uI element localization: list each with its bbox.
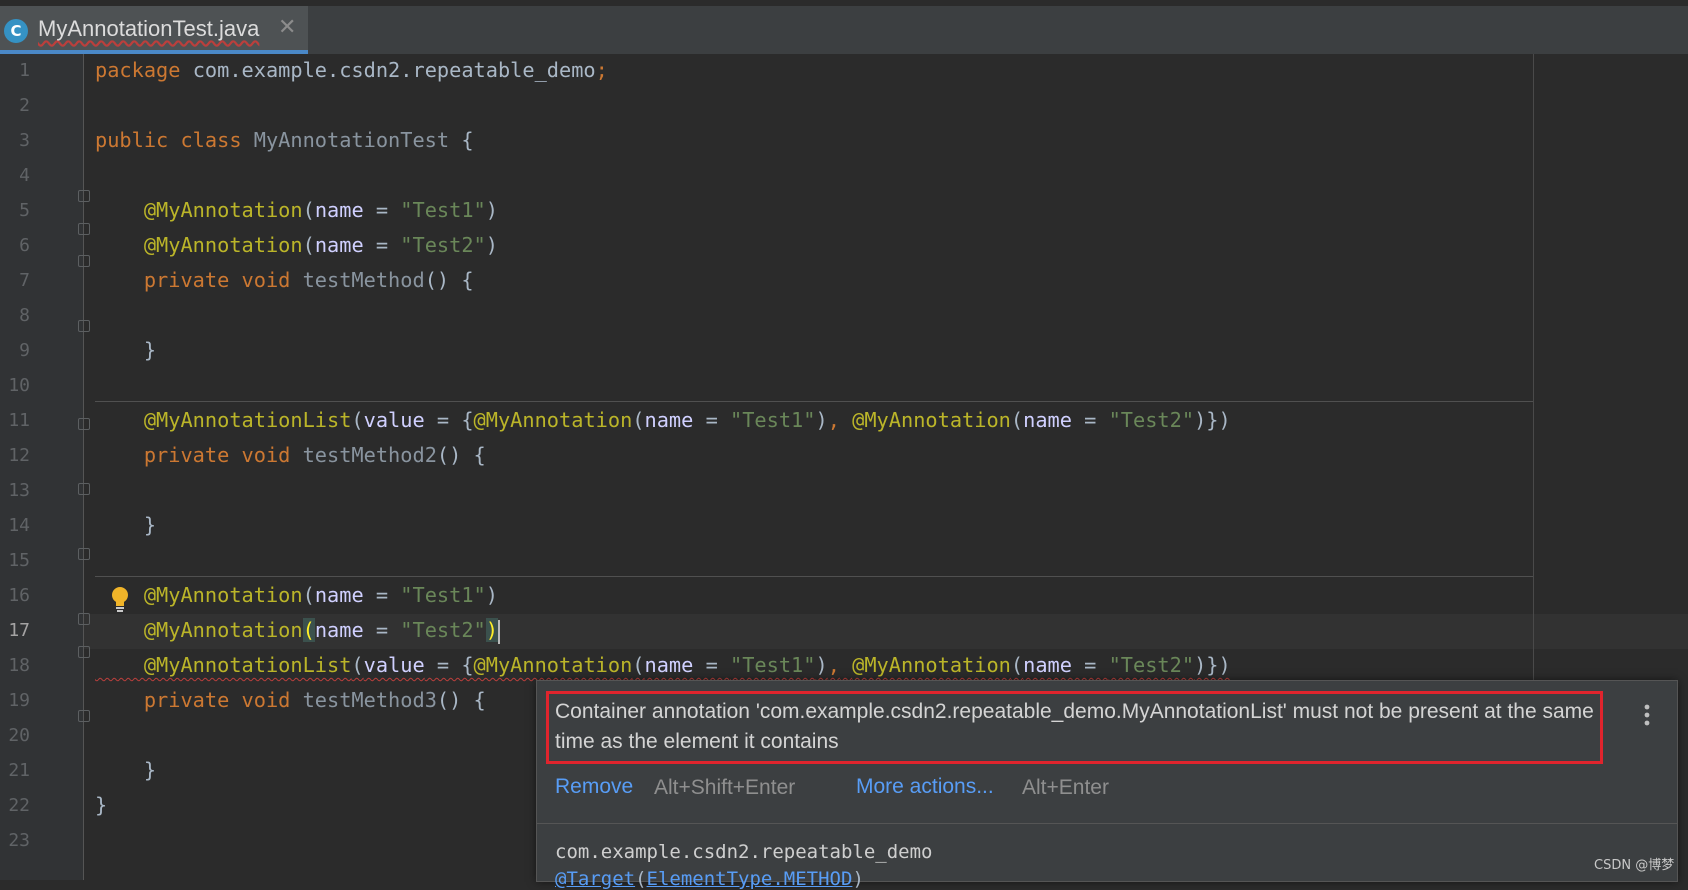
line-number: 19 — [8, 690, 30, 711]
editor-tab-bar: C MyAnnotationTest.java ✕ — [0, 0, 1688, 54]
fold-marker-icon[interactable] — [78, 483, 90, 495]
code-line-11[interactable]: @MyAnnotationList(value = {@MyAnnotation… — [95, 403, 1231, 438]
line-number: 3 — [19, 130, 30, 151]
line-number: 13 — [8, 480, 30, 501]
remove-shortcut: Alt+Shift+Enter — [654, 776, 796, 799]
editor-tab[interactable]: C MyAnnotationTest.java ✕ — [0, 6, 308, 54]
fold-marker-icon[interactable] — [78, 255, 90, 267]
code-line-5[interactable]: @MyAnnotation(name = "Test1") — [95, 193, 498, 228]
line-number: 14 — [8, 515, 30, 536]
line-number: 16 — [8, 585, 30, 606]
tab-title[interactable]: MyAnnotationTest.java — [38, 16, 259, 42]
fold-marker-icon[interactable] — [78, 418, 90, 430]
code-line-22[interactable]: } — [95, 788, 107, 823]
more-actions-shortcut: Alt+Enter — [1022, 776, 1109, 799]
doc-target-annotation: @Target(ElementType.METHOD) — [555, 868, 864, 890]
line-number: 11 — [8, 410, 30, 431]
code-line-17[interactable]: @MyAnnotation(name = "Test2") — [95, 613, 500, 648]
method-separator — [95, 576, 1533, 577]
fold-marker-icon[interactable] — [78, 646, 90, 658]
remove-action-link[interactable]: Remove — [555, 775, 633, 799]
line-number: 4 — [19, 165, 30, 186]
line-number: 17 — [8, 620, 30, 641]
fold-marker-icon[interactable] — [78, 613, 90, 625]
line-number: 23 — [8, 830, 30, 851]
line-number: 21 — [8, 760, 30, 781]
more-options-icon[interactable] — [1644, 703, 1650, 727]
doc-package-name: com.example.csdn2.repeatable_demo — [555, 841, 933, 863]
code-line-7[interactable]: private void testMethod() { — [95, 263, 474, 298]
watermark-text: CSDN @博梦 — [1594, 858, 1675, 873]
gutter-divider — [83, 54, 84, 880]
fold-marker-icon[interactable] — [78, 710, 90, 722]
line-number: 1 — [19, 60, 30, 81]
line-number: 7 — [19, 270, 30, 291]
fold-marker-icon[interactable] — [78, 548, 90, 560]
text-caret — [498, 619, 500, 644]
fold-marker-icon[interactable] — [78, 320, 90, 332]
line-number: 8 — [19, 305, 30, 326]
code-line-12[interactable]: private void testMethod2() { — [95, 438, 486, 473]
line-number: 12 — [8, 445, 30, 466]
line-number: 18 — [8, 655, 30, 676]
code-line-3[interactable]: public class MyAnnotationTest { — [95, 123, 474, 158]
code-line-6[interactable]: @MyAnnotation(name = "Test2") — [95, 228, 498, 263]
line-number: 22 — [8, 795, 30, 816]
code-line-21[interactable]: } — [95, 753, 156, 788]
line-number: 10 — [8, 375, 30, 396]
code-line-14[interactable]: } — [95, 508, 156, 543]
code-line-16[interactable]: @MyAnnotation(name = "Test1") — [95, 578, 498, 613]
java-class-icon: C — [4, 19, 28, 43]
inspection-message: Container annotation 'com.example.csdn2.… — [555, 700, 1594, 753]
code-line-9[interactable]: } — [95, 333, 156, 368]
fold-marker-icon[interactable] — [78, 190, 90, 202]
line-number: 6 — [19, 235, 30, 256]
line-number: 2 — [19, 95, 30, 116]
close-icon[interactable]: ✕ — [278, 15, 296, 40]
line-number: 5 — [19, 200, 30, 221]
fold-marker-icon[interactable] — [78, 223, 90, 235]
more-actions-link[interactable]: More actions... — [856, 775, 994, 799]
popup-divider — [537, 823, 1677, 824]
method-separator — [95, 401, 1533, 402]
line-number: 9 — [19, 340, 30, 361]
code-line-19[interactable]: private void testMethod3() { — [95, 683, 486, 718]
lightbulb-icon[interactable] — [108, 585, 132, 613]
code-line-18-error[interactable]: @MyAnnotationList(value = {@MyAnnotation… — [95, 648, 1231, 683]
code-line-1[interactable]: package com.example.csdn2.repeatable_dem… — [95, 53, 608, 88]
line-number: 15 — [8, 550, 30, 571]
line-number: 20 — [8, 725, 30, 746]
inspection-popup: Container annotation 'com.example.csdn2.… — [536, 680, 1678, 890]
